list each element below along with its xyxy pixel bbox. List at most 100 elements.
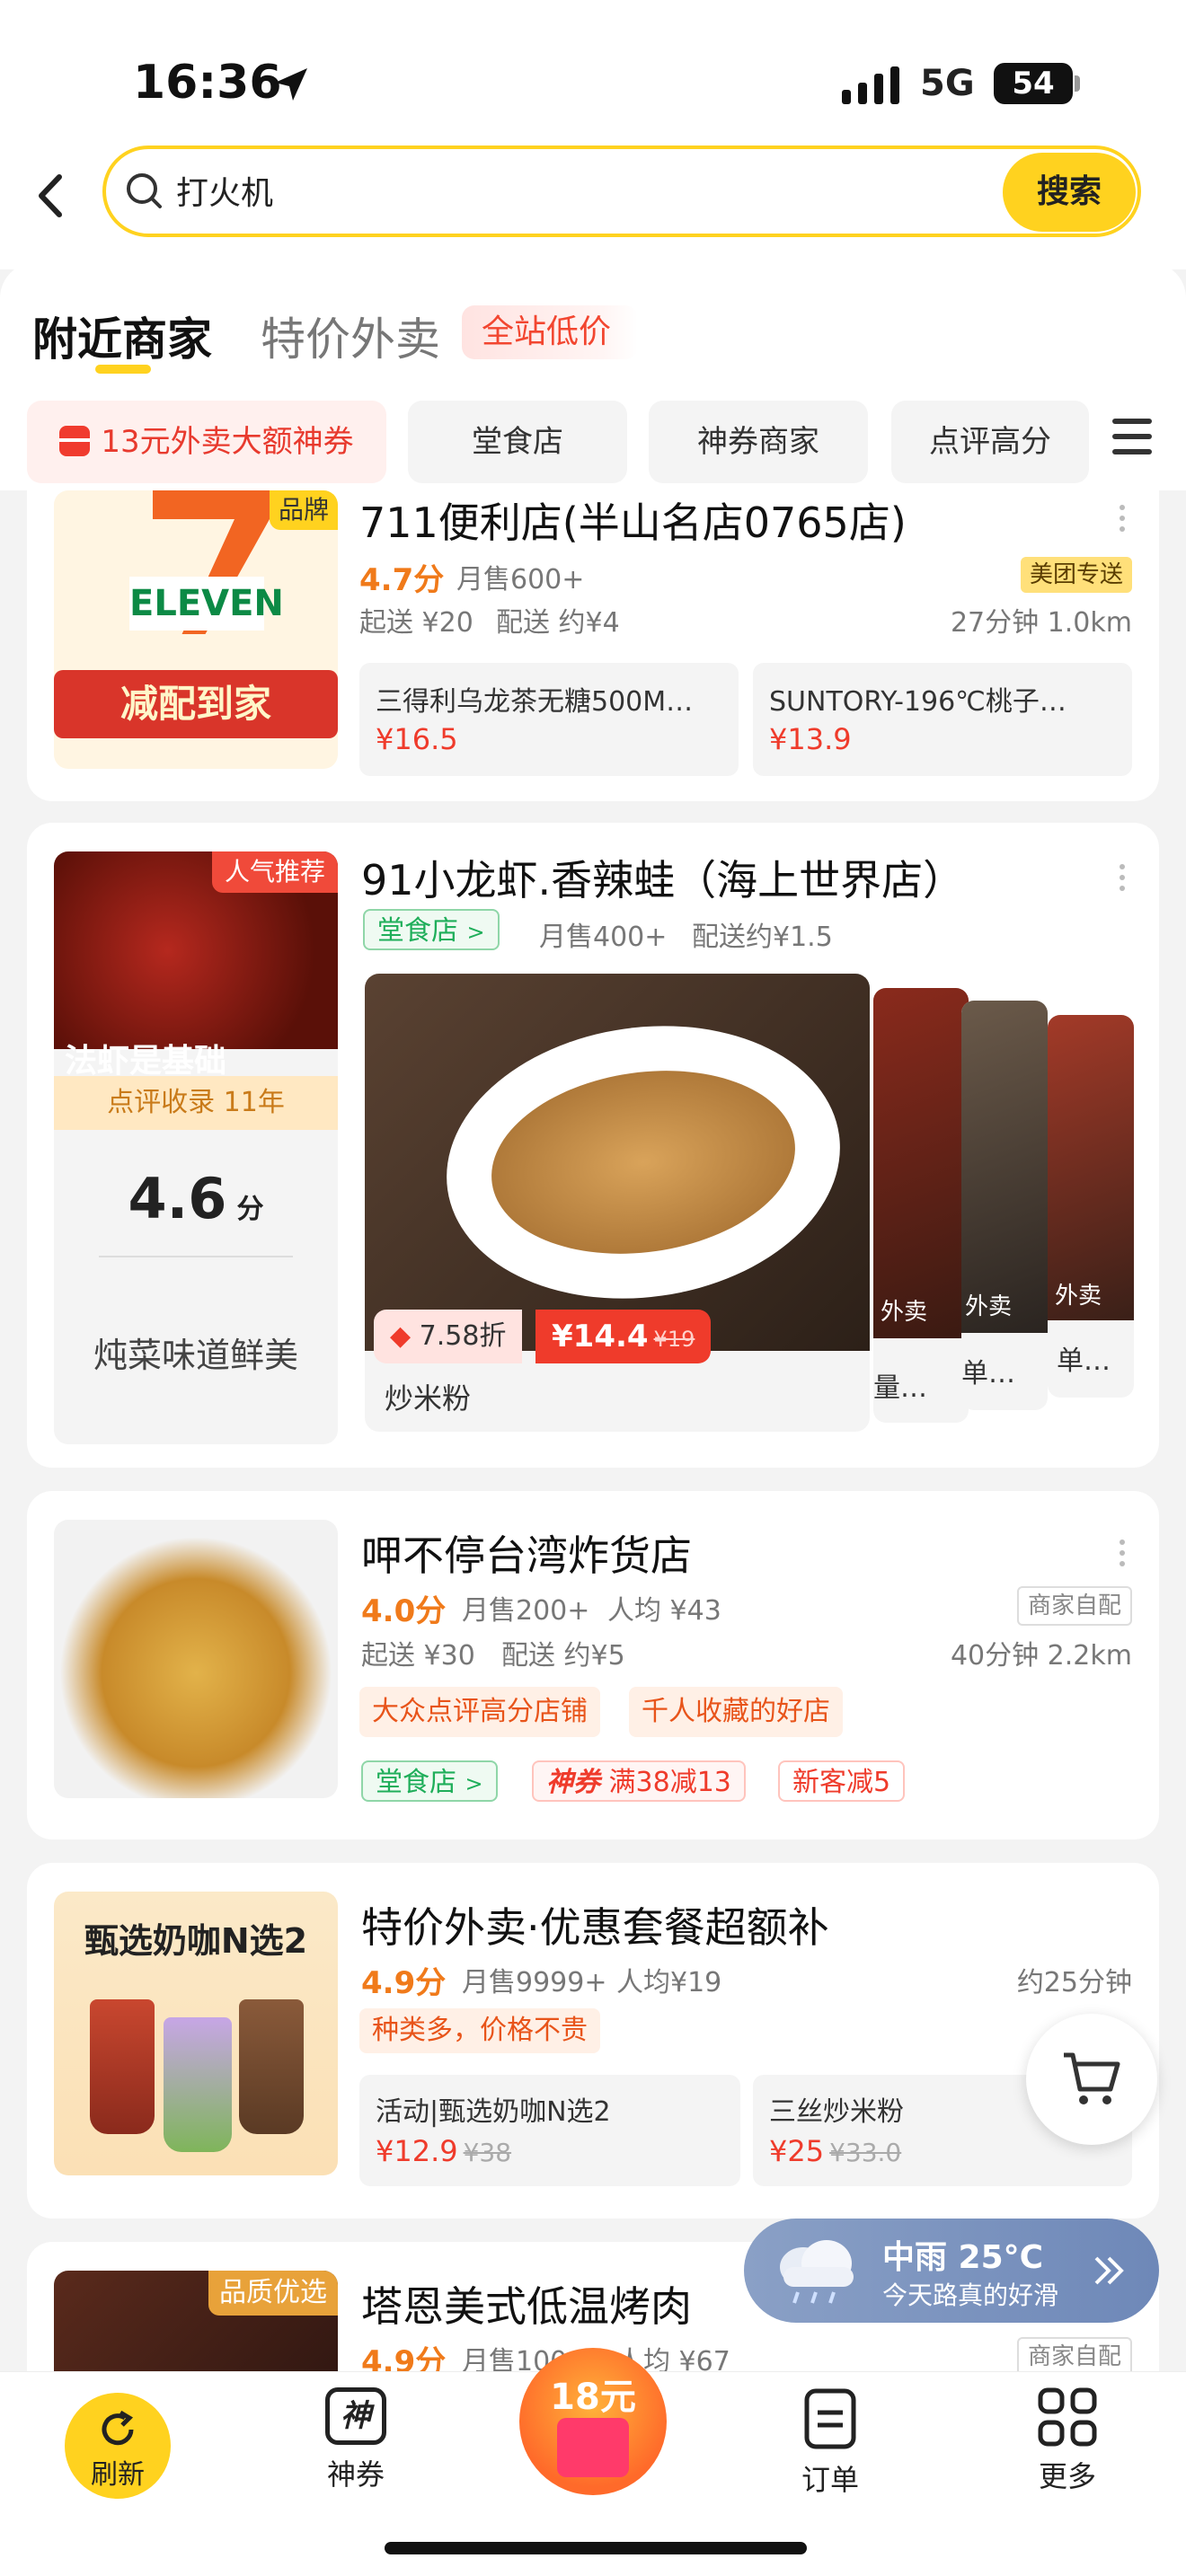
menu-item[interactable]: 三得利乌龙茶无糖500M… ¥16.5 bbox=[359, 663, 739, 776]
item-name: 三得利乌龙茶无糖500M… bbox=[376, 686, 694, 718]
delivery-type-badge: 美团专送 bbox=[1020, 557, 1132, 593]
item-name: SUNTORY-196℃桃子… bbox=[769, 686, 1067, 718]
item-original-price: ¥38 bbox=[463, 2138, 512, 2167]
item-price: ¥12.9 ¥38 bbox=[376, 2134, 511, 2168]
eta: 约25分钟 bbox=[1016, 1967, 1132, 1998]
item-name: 活动|甄选奶咖N选2 bbox=[376, 2096, 611, 2128]
thumb-title: 甄选奶咖N选2 bbox=[84, 1921, 308, 1961]
coupon-tag[interactable]: 神券 满38减13 bbox=[532, 1760, 746, 1802]
drink-cup bbox=[239, 1999, 304, 2134]
monthly-sales: 月售9999+ bbox=[462, 1967, 607, 1998]
item-price: ¥16.5 bbox=[376, 722, 458, 756]
review-quote: 炖菜味道鲜美 bbox=[93, 1336, 298, 1375]
nav-more[interactable]: 更多 bbox=[1005, 2387, 1130, 2495]
red-packet-amount: 18元 bbox=[550, 2377, 636, 2418]
nav-coupon[interactable]: 神 神券 bbox=[293, 2387, 419, 2493]
shop-card-711[interactable]: ELEVEN 减配到家 品牌 711便利店(半山名店0765店) 4.7分 月售… bbox=[27, 490, 1159, 801]
item-price-value: ¥25 bbox=[769, 2134, 825, 2168]
tab-special-delivery[interactable]: 特价外卖 bbox=[261, 304, 440, 368]
side-dish[interactable]: 外卖 单… bbox=[1048, 1015, 1134, 1398]
nav-coupon-label: 神券 bbox=[326, 2457, 385, 2492]
side-dish-name: 量… bbox=[873, 1372, 927, 1404]
search-button[interactable]: 搜索 bbox=[1003, 153, 1136, 232]
rating-unit: 分 bbox=[236, 1194, 264, 1225]
tab-underline bbox=[95, 365, 151, 374]
dish-price: ¥14.4 bbox=[552, 1319, 649, 1354]
red-packet-icon bbox=[557, 2418, 629, 2477]
chevron-right-icon: > bbox=[466, 920, 485, 945]
shop-card-special[interactable]: 甄选奶咖N选2 特价外卖·优惠套餐超额补 4.9分 月售9999+ 人均¥19 … bbox=[27, 1863, 1159, 2219]
popular-badge: 人气推荐 bbox=[211, 851, 338, 893]
coupon-value: 满38减13 bbox=[608, 1767, 731, 1798]
refresh-button[interactable]: 刷新 bbox=[65, 2393, 171, 2499]
filter-chips: 13元外卖大额神券 堂食店 神券商家 点评高分 bbox=[0, 393, 1186, 490]
weather-subtitle: 今天路真的好滑 bbox=[882, 2280, 1059, 2310]
shop-card-crayfish[interactable]: 法虾是基础 人气推荐 点评收录 11年 4.6 分 炖菜味道鲜美 91小龙虾.香… bbox=[27, 823, 1159, 1468]
tab-nearby[interactable]: 附近商家 bbox=[32, 304, 212, 368]
search-icon bbox=[127, 173, 162, 208]
search-input[interactable] bbox=[176, 165, 715, 216]
shop-thumb: ELEVEN 减配到家 品牌 bbox=[54, 490, 338, 769]
dine-in-tag[interactable]: 堂食店 > bbox=[363, 909, 500, 950]
drink-cup bbox=[90, 1999, 155, 2134]
eleven-logo-text: ELEVEN bbox=[129, 577, 284, 631]
shop-thumb: 法虾是基础 人气推荐 点评收录 11年 4.6 分 炖菜味道鲜美 bbox=[54, 851, 338, 1444]
red-packet-button[interactable]: 18元 bbox=[519, 2348, 667, 2495]
menu-icon[interactable] bbox=[1112, 419, 1152, 456]
menu-item[interactable]: SUNTORY-196℃桃子… ¥13.9 bbox=[753, 663, 1132, 776]
divider bbox=[99, 1256, 293, 1257]
nav-orders[interactable]: 订单 bbox=[767, 2387, 893, 2499]
delivery-type-badge: 商家自配 bbox=[1016, 1586, 1132, 1626]
chip-coupon-merchant[interactable]: 神券商家 bbox=[649, 401, 868, 483]
discount-value: 7.58折 bbox=[419, 1320, 507, 1352]
location-arrow-icon bbox=[275, 68, 307, 101]
chip-high-rating[interactable]: 点评高分 bbox=[891, 401, 1089, 483]
quality-badge: 品质优选 bbox=[208, 2271, 338, 2316]
side-dish-name: 单… bbox=[1057, 1345, 1111, 1377]
rating-value: 4.6 bbox=[128, 1166, 227, 1231]
chip-coupon[interactable]: 13元外卖大额神券 bbox=[27, 401, 386, 483]
min-order: 起送 ¥20 bbox=[359, 607, 474, 639]
chip-dine-in[interactable]: 堂食店 bbox=[408, 401, 627, 483]
tab-lowest-price-badge[interactable]: 全站低价 bbox=[462, 305, 639, 359]
shop-score: 4.9分 bbox=[361, 1965, 447, 2001]
coupon-label: 神券 bbox=[546, 1767, 600, 1798]
shop-score: 4.0分 bbox=[361, 1593, 447, 1629]
side-dish-photo bbox=[873, 988, 969, 1338]
more-options-icon[interactable] bbox=[1120, 505, 1127, 537]
shop-name: 91小龙虾.香辣蛙（海上世界店） bbox=[361, 856, 965, 904]
weather-banner[interactable]: 中雨 25°C 今天路真的好滑 bbox=[744, 2219, 1159, 2323]
shop-thumb bbox=[54, 1520, 338, 1798]
shop-card-fried[interactable]: 呷不停台湾炸货店 4.0分 月售200+ 人均 ¥43 商家自配 起送 ¥30 … bbox=[27, 1491, 1159, 1839]
side-dish-name: 单… bbox=[961, 1358, 1015, 1389]
drink-cup bbox=[164, 2017, 232, 2152]
avg-price: 人均 ¥43 bbox=[607, 1595, 721, 1627]
back-icon[interactable] bbox=[27, 164, 72, 227]
rating-block: 4.6 分 bbox=[54, 1166, 338, 1231]
monthly-sales: 月售600+ bbox=[456, 564, 585, 595]
cart-button[interactable] bbox=[1026, 2014, 1157, 2145]
shop-name: 塔恩美式低温烤肉 bbox=[361, 2282, 692, 2331]
review-years: 点评收录 11年 bbox=[54, 1076, 338, 1130]
side-dish-caption: 外卖 bbox=[965, 1293, 1013, 1320]
battery-tip bbox=[1075, 75, 1080, 92]
avg-price: 人均¥19 bbox=[616, 1967, 722, 1998]
more-options-icon[interactable] bbox=[1120, 1539, 1127, 1572]
shop-name: 呷不停台湾炸货店 bbox=[361, 1531, 692, 1580]
dine-in-label: 堂食店 bbox=[376, 1767, 456, 1798]
shop-name: 特价外卖·优惠套餐超额补 bbox=[361, 1903, 829, 1952]
discount-badge: ◆ 7.58折 bbox=[374, 1310, 523, 1363]
more-options-icon[interactable] bbox=[1120, 864, 1127, 896]
item-original-price: ¥33.0 bbox=[829, 2138, 902, 2167]
brand-badge: 品牌 bbox=[269, 490, 338, 530]
side-dish[interactable]: 外卖 单… bbox=[961, 1001, 1048, 1410]
menu-item[interactable]: 活动|甄选奶咖N选2 ¥12.9 ¥38 bbox=[359, 2075, 740, 2186]
nav-orders-label: 订单 bbox=[801, 2463, 859, 2497]
promo-banner: 减配到家 bbox=[54, 670, 338, 738]
featured-dish[interactable]: ◆ 7.58折 ¥14.4 ¥19 炒米粉 bbox=[365, 974, 870, 1432]
double-chevron-right-icon bbox=[1094, 2256, 1124, 2285]
dish-original-price: ¥19 bbox=[653, 1327, 695, 1352]
side-dish[interactable]: 外卖 量… bbox=[873, 988, 969, 1423]
dine-in-tag[interactable]: 堂食店 > bbox=[361, 1760, 498, 1802]
coupon-icon: 神 bbox=[325, 2387, 386, 2445]
